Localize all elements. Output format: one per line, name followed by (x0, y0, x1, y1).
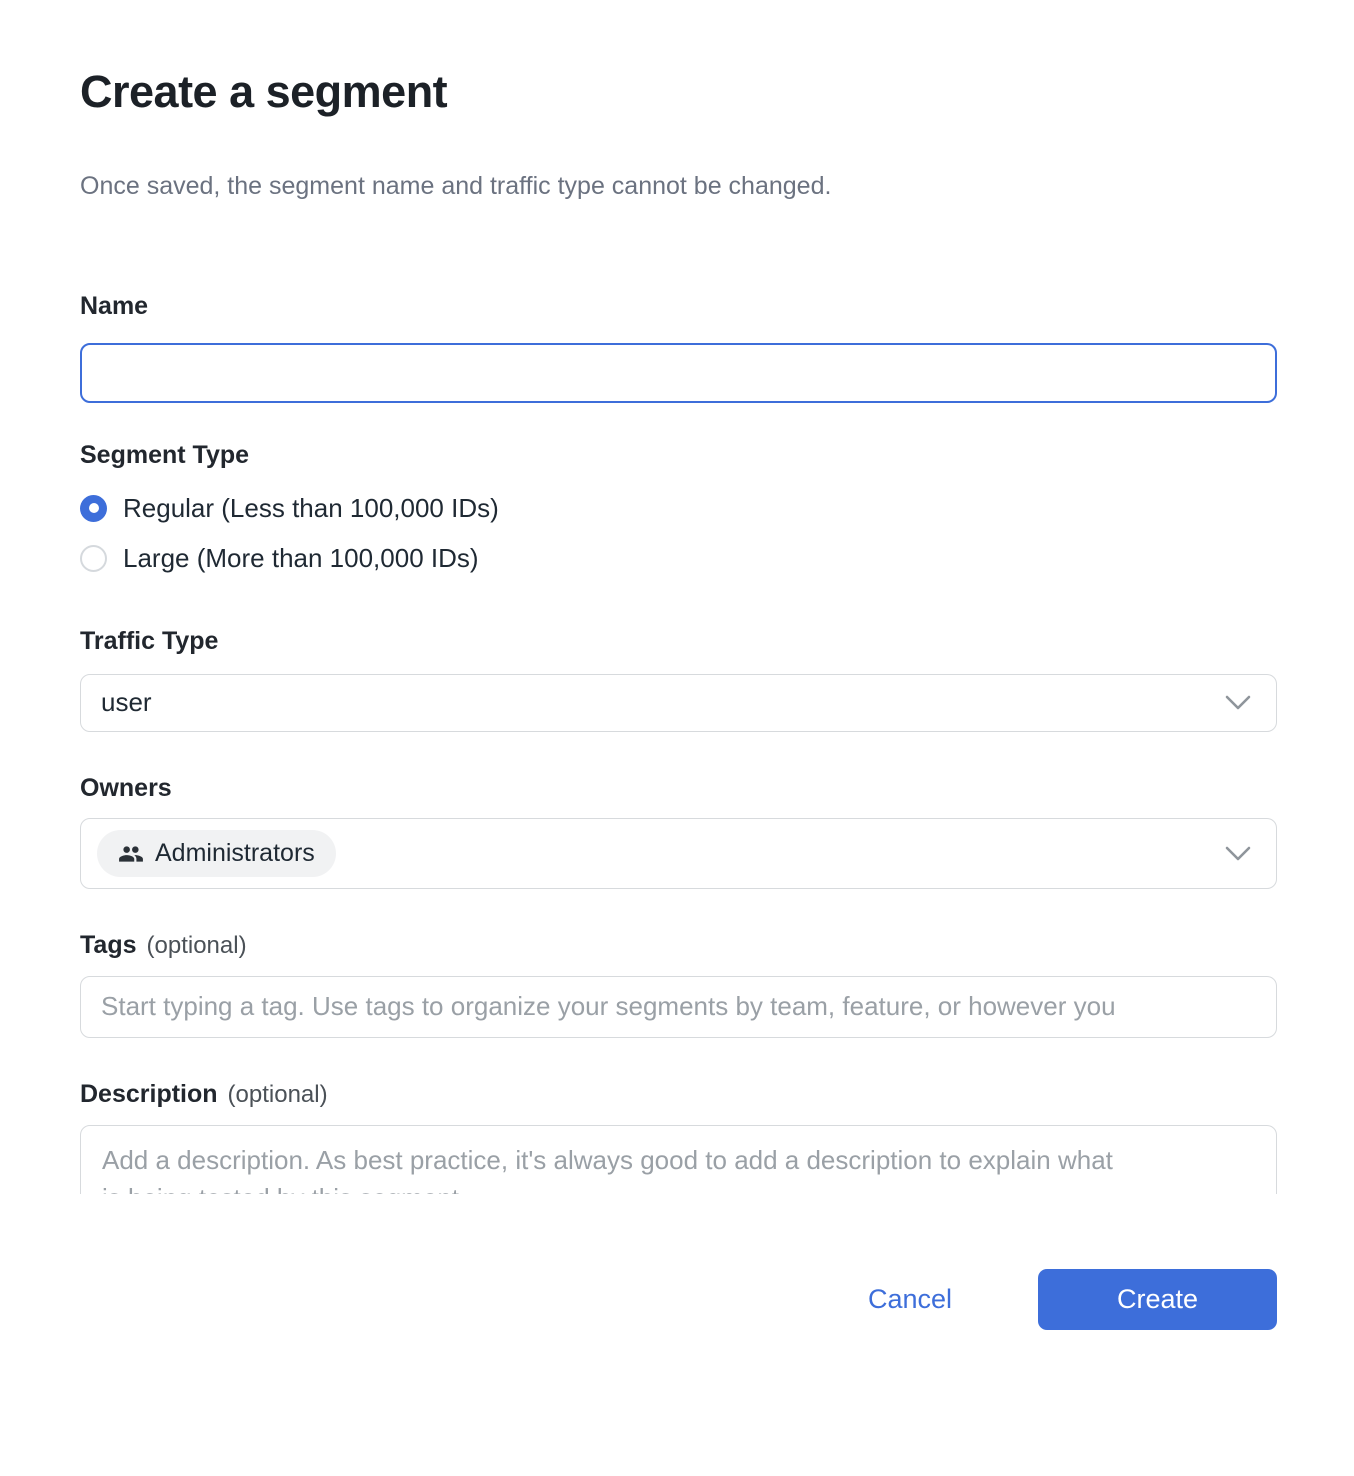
cancel-button[interactable]: Cancel (868, 1284, 952, 1315)
dialog-subtitle: Once saved, the segment name and traffic… (80, 170, 1277, 203)
description-optional-label: (optional) (228, 1081, 328, 1108)
description-label: Description (optional) (80, 1078, 1277, 1111)
owners-select[interactable]: Administrators (80, 818, 1277, 889)
description-field-clip: Add a description. As best practice, it'… (80, 1125, 1277, 1194)
tags-label-text: Tags (80, 931, 137, 959)
tags-input[interactable] (80, 976, 1277, 1038)
tags-optional-label: (optional) (147, 932, 247, 959)
radio-option-large[interactable]: Large (More than 100,000 IDs) (80, 541, 1277, 575)
chevron-down-icon (1224, 845, 1252, 862)
description-label-text: Description (80, 1080, 218, 1108)
radio-selected-icon[interactable] (80, 495, 107, 522)
owners-label: Owners (80, 772, 1277, 805)
description-textarea[interactable] (80, 1125, 1277, 1194)
people-icon (118, 841, 144, 867)
traffic-type-label: Traffic Type (80, 625, 1277, 658)
dialog-footer: Cancel Create (0, 1269, 1354, 1330)
tags-label: Tags (optional) (80, 929, 1277, 962)
owner-chip-label: Administrators (155, 839, 315, 868)
name-input[interactable] (80, 343, 1277, 403)
radio-unselected-icon[interactable] (80, 545, 107, 572)
segment-type-radio-group: Regular (Less than 100,000 IDs) Large (M… (80, 491, 1277, 575)
traffic-type-value: user (101, 687, 152, 718)
page-title: Create a segment (80, 66, 1277, 118)
radio-option-regular[interactable]: Regular (Less than 100,000 IDs) (80, 491, 1277, 525)
create-segment-dialog: Create a segment Once saved, the segment… (0, 66, 1354, 1476)
segment-type-label: Segment Type (80, 439, 1277, 472)
owner-chip[interactable]: Administrators (97, 830, 336, 877)
chevron-down-icon (1224, 694, 1252, 711)
traffic-type-select[interactable]: user (80, 674, 1277, 732)
create-button[interactable]: Create (1038, 1269, 1277, 1330)
radio-option-label: Regular (Less than 100,000 IDs) (123, 493, 499, 524)
name-label: Name (80, 290, 1277, 323)
radio-option-label: Large (More than 100,000 IDs) (123, 543, 479, 574)
